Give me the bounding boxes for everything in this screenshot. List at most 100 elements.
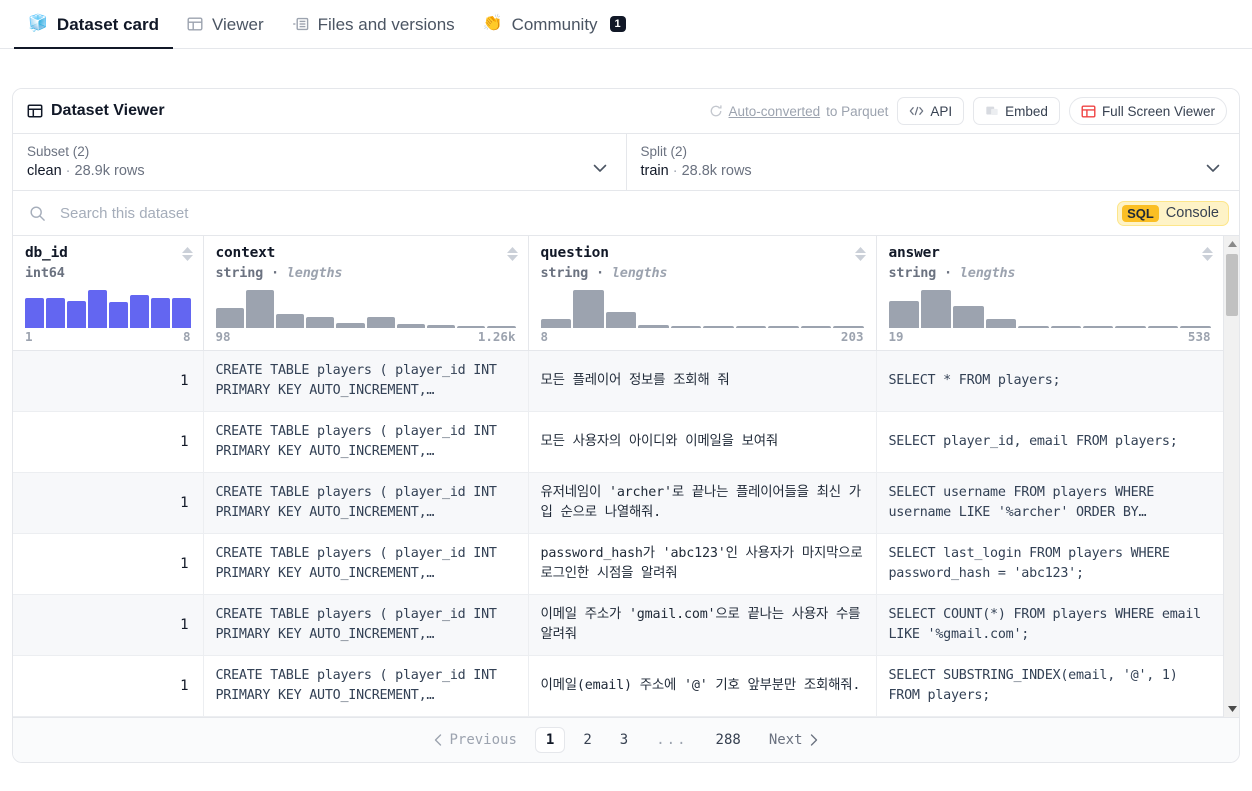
histogram-min-context: 98 bbox=[215, 329, 231, 344]
next-page-button[interactable]: Next bbox=[759, 728, 828, 752]
sql-badge: SQL bbox=[1122, 204, 1159, 222]
split-separator: · bbox=[672, 163, 678, 179]
scrollbar-thumb[interactable] bbox=[1226, 254, 1238, 316]
table-vertical-scrollbar[interactable] bbox=[1223, 236, 1239, 717]
histogram-bar bbox=[336, 323, 365, 328]
sort-toggle-question[interactable] bbox=[854, 247, 866, 261]
split-selector[interactable]: Split (2) train · 28.8k rows bbox=[625, 134, 1240, 190]
histogram-bar bbox=[396, 324, 425, 328]
cell-context: CREATE TABLE players ( player_id INT PRI… bbox=[203, 655, 529, 717]
viewer-title-label: Dataset Viewer bbox=[51, 102, 165, 119]
cell-db_id: 1 bbox=[13, 350, 204, 412]
page-button-3[interactable]: 3 bbox=[610, 728, 638, 752]
histogram-bar bbox=[1115, 326, 1146, 328]
histogram-bar bbox=[638, 324, 669, 328]
histogram-bar bbox=[87, 290, 107, 328]
table-row[interactable]: 1 CREATE TABLE players ( player_id INT PR… bbox=[13, 472, 1224, 534]
subset-selector[interactable]: Subset (2) clean · 28.9k rows bbox=[13, 134, 626, 190]
embed-button[interactable]: Embed bbox=[973, 97, 1060, 125]
cell-context-text: CREATE TABLE players ( player_id INT PRI… bbox=[215, 606, 497, 643]
histogram-max-question: 203 bbox=[840, 329, 864, 344]
embed-label: Embed bbox=[1005, 103, 1048, 119]
column-type-text: string · bbox=[888, 265, 960, 281]
tab-dataset-card[interactable]: 🧊 Dataset card bbox=[14, 0, 173, 49]
histogram-max-context: 1.26k bbox=[477, 329, 516, 344]
viewer-header: Dataset Viewer Auto-converted to Parquet bbox=[13, 89, 1239, 134]
dataset-table: db_id int64 1 8 context string · lengths… bbox=[13, 236, 1224, 717]
scroll-up-icon[interactable] bbox=[1224, 236, 1239, 252]
full-screen-viewer-button[interactable]: Full Screen Viewer bbox=[1068, 97, 1227, 125]
page-button-last[interactable]: 288 bbox=[706, 728, 751, 752]
histogram-bar bbox=[540, 318, 571, 328]
histogram-labels-question: 8 203 bbox=[541, 329, 864, 344]
pagination-ellipsis: ... bbox=[656, 732, 688, 748]
cell-answer: SELECT player_id, email FROM players; bbox=[876, 411, 1224, 473]
histogram-bar bbox=[703, 326, 734, 328]
auto-converted-parquet-link[interactable]: Auto-converted to Parquet bbox=[709, 103, 889, 119]
table-icon bbox=[187, 16, 203, 32]
cell-question: 이메일 주소가 'gmail.com'으로 끝나는 사용자 수를 알려줘 bbox=[528, 594, 877, 656]
split-value: train · 28.8k rows bbox=[641, 163, 1226, 179]
cell-answer-text: SELECT SUBSTRING_INDEX(email, '@', 1) FR… bbox=[888, 667, 1178, 704]
chevron-down-icon[interactable] bbox=[1203, 158, 1223, 178]
histogram-bar bbox=[605, 312, 636, 328]
histogram-answer bbox=[888, 288, 1211, 328]
histogram-bar bbox=[150, 298, 170, 328]
page-button-2[interactable]: 2 bbox=[573, 728, 601, 752]
column-header-question[interactable]: question string · lengths 8 203 bbox=[528, 236, 877, 351]
cell-context: CREATE TABLE players ( player_id INT PRI… bbox=[203, 472, 529, 534]
table-row[interactable]: 1 CREATE TABLE players ( player_id INT PR… bbox=[13, 655, 1224, 717]
tab-files-and-versions[interactable]: Files and versions bbox=[278, 0, 469, 48]
table-row[interactable]: 1 CREATE TABLE players ( player_id INT PR… bbox=[13, 350, 1224, 412]
search-row: SQL Console bbox=[13, 191, 1239, 236]
tab-viewer[interactable]: Viewer bbox=[173, 0, 278, 48]
dataset-viewer-card: Dataset Viewer Auto-converted to Parquet bbox=[12, 88, 1240, 763]
column-header-answer[interactable]: answer string · lengths 19 538 bbox=[876, 236, 1224, 351]
scroll-down-icon[interactable] bbox=[1224, 701, 1239, 717]
search-input[interactable] bbox=[58, 191, 1110, 235]
histogram-bar bbox=[1018, 325, 1049, 328]
cell-answer-text: SELECT COUNT(*) FROM players WHERE email… bbox=[888, 606, 1202, 643]
page-button-1[interactable]: 1 bbox=[534, 727, 566, 753]
table-row[interactable]: 1 CREATE TABLE players ( player_id INT PR… bbox=[13, 594, 1224, 656]
histogram-bar bbox=[129, 294, 149, 328]
cell-question: password_hash가 'abc123'인 사용자가 마지막으로 로그인한… bbox=[528, 533, 877, 595]
column-header-context[interactable]: context string · lengths 98 1.26k bbox=[203, 236, 529, 351]
cell-context: CREATE TABLE players ( player_id INT PRI… bbox=[203, 350, 529, 412]
cell-context-text: CREATE TABLE players ( player_id INT PRI… bbox=[215, 484, 497, 521]
histogram-bar bbox=[953, 305, 984, 328]
sort-toggle-context[interactable] bbox=[506, 247, 518, 261]
code-icon bbox=[909, 105, 924, 117]
cell-context: CREATE TABLE players ( player_id INT PRI… bbox=[203, 411, 529, 473]
cell-question-text: 유저네임이 'archer'로 끝나는 플레이어들을 최신 가입 순으로 나열해… bbox=[540, 484, 862, 521]
cell-answer-text: SELECT last_login FROM players WHERE pas… bbox=[888, 545, 1170, 582]
histogram-bar bbox=[1082, 326, 1114, 328]
cell-question-text: 모든 사용자의 아이디와 이메일을 보여줘 bbox=[540, 433, 779, 449]
cell-context: CREATE TABLE players ( player_id INT PRI… bbox=[203, 533, 529, 595]
cell-question: 이메일(email) 주소에 '@' 기호 앞부분만 조회해줘. bbox=[528, 655, 877, 717]
subset-value: clean · 28.9k rows bbox=[27, 163, 612, 179]
tab-community-label: Community bbox=[511, 14, 598, 34]
cell-question-text: 모든 플레이어 정보를 조회해 줘 bbox=[540, 372, 730, 388]
sort-toggle-answer[interactable] bbox=[1201, 247, 1213, 261]
fullscreen-table-icon bbox=[1081, 104, 1096, 119]
histogram-bar bbox=[245, 290, 274, 328]
chevron-down-icon[interactable] bbox=[590, 158, 610, 178]
cell-db_id: 1 bbox=[13, 411, 204, 473]
viewer-title: Dataset Viewer bbox=[27, 102, 165, 120]
cube-icon: 🧊 bbox=[28, 15, 48, 32]
sort-toggle-db_id[interactable] bbox=[181, 247, 193, 261]
column-name-context: context bbox=[215, 245, 276, 261]
cell-db_id: 1 bbox=[13, 533, 204, 595]
column-header-db_id[interactable]: db_id int64 1 8 bbox=[13, 236, 204, 351]
subset-value-name: clean bbox=[27, 163, 62, 179]
cell-answer-text: SELECT username FROM players WHERE usern… bbox=[888, 484, 1155, 521]
to-parquet-label: to Parquet bbox=[826, 103, 889, 119]
table-row[interactable]: 1 CREATE TABLE players ( player_id INT PR… bbox=[13, 411, 1224, 473]
tab-community[interactable]: 👏 Community 1 bbox=[469, 0, 640, 48]
sql-console-button[interactable]: SQL Console bbox=[1117, 200, 1229, 226]
table-row[interactable]: 1 CREATE TABLE players ( player_id INT PR… bbox=[13, 533, 1224, 595]
histogram-bar bbox=[920, 290, 952, 328]
previous-page-button[interactable]: Previous bbox=[424, 728, 526, 752]
api-button[interactable]: API bbox=[897, 97, 965, 125]
